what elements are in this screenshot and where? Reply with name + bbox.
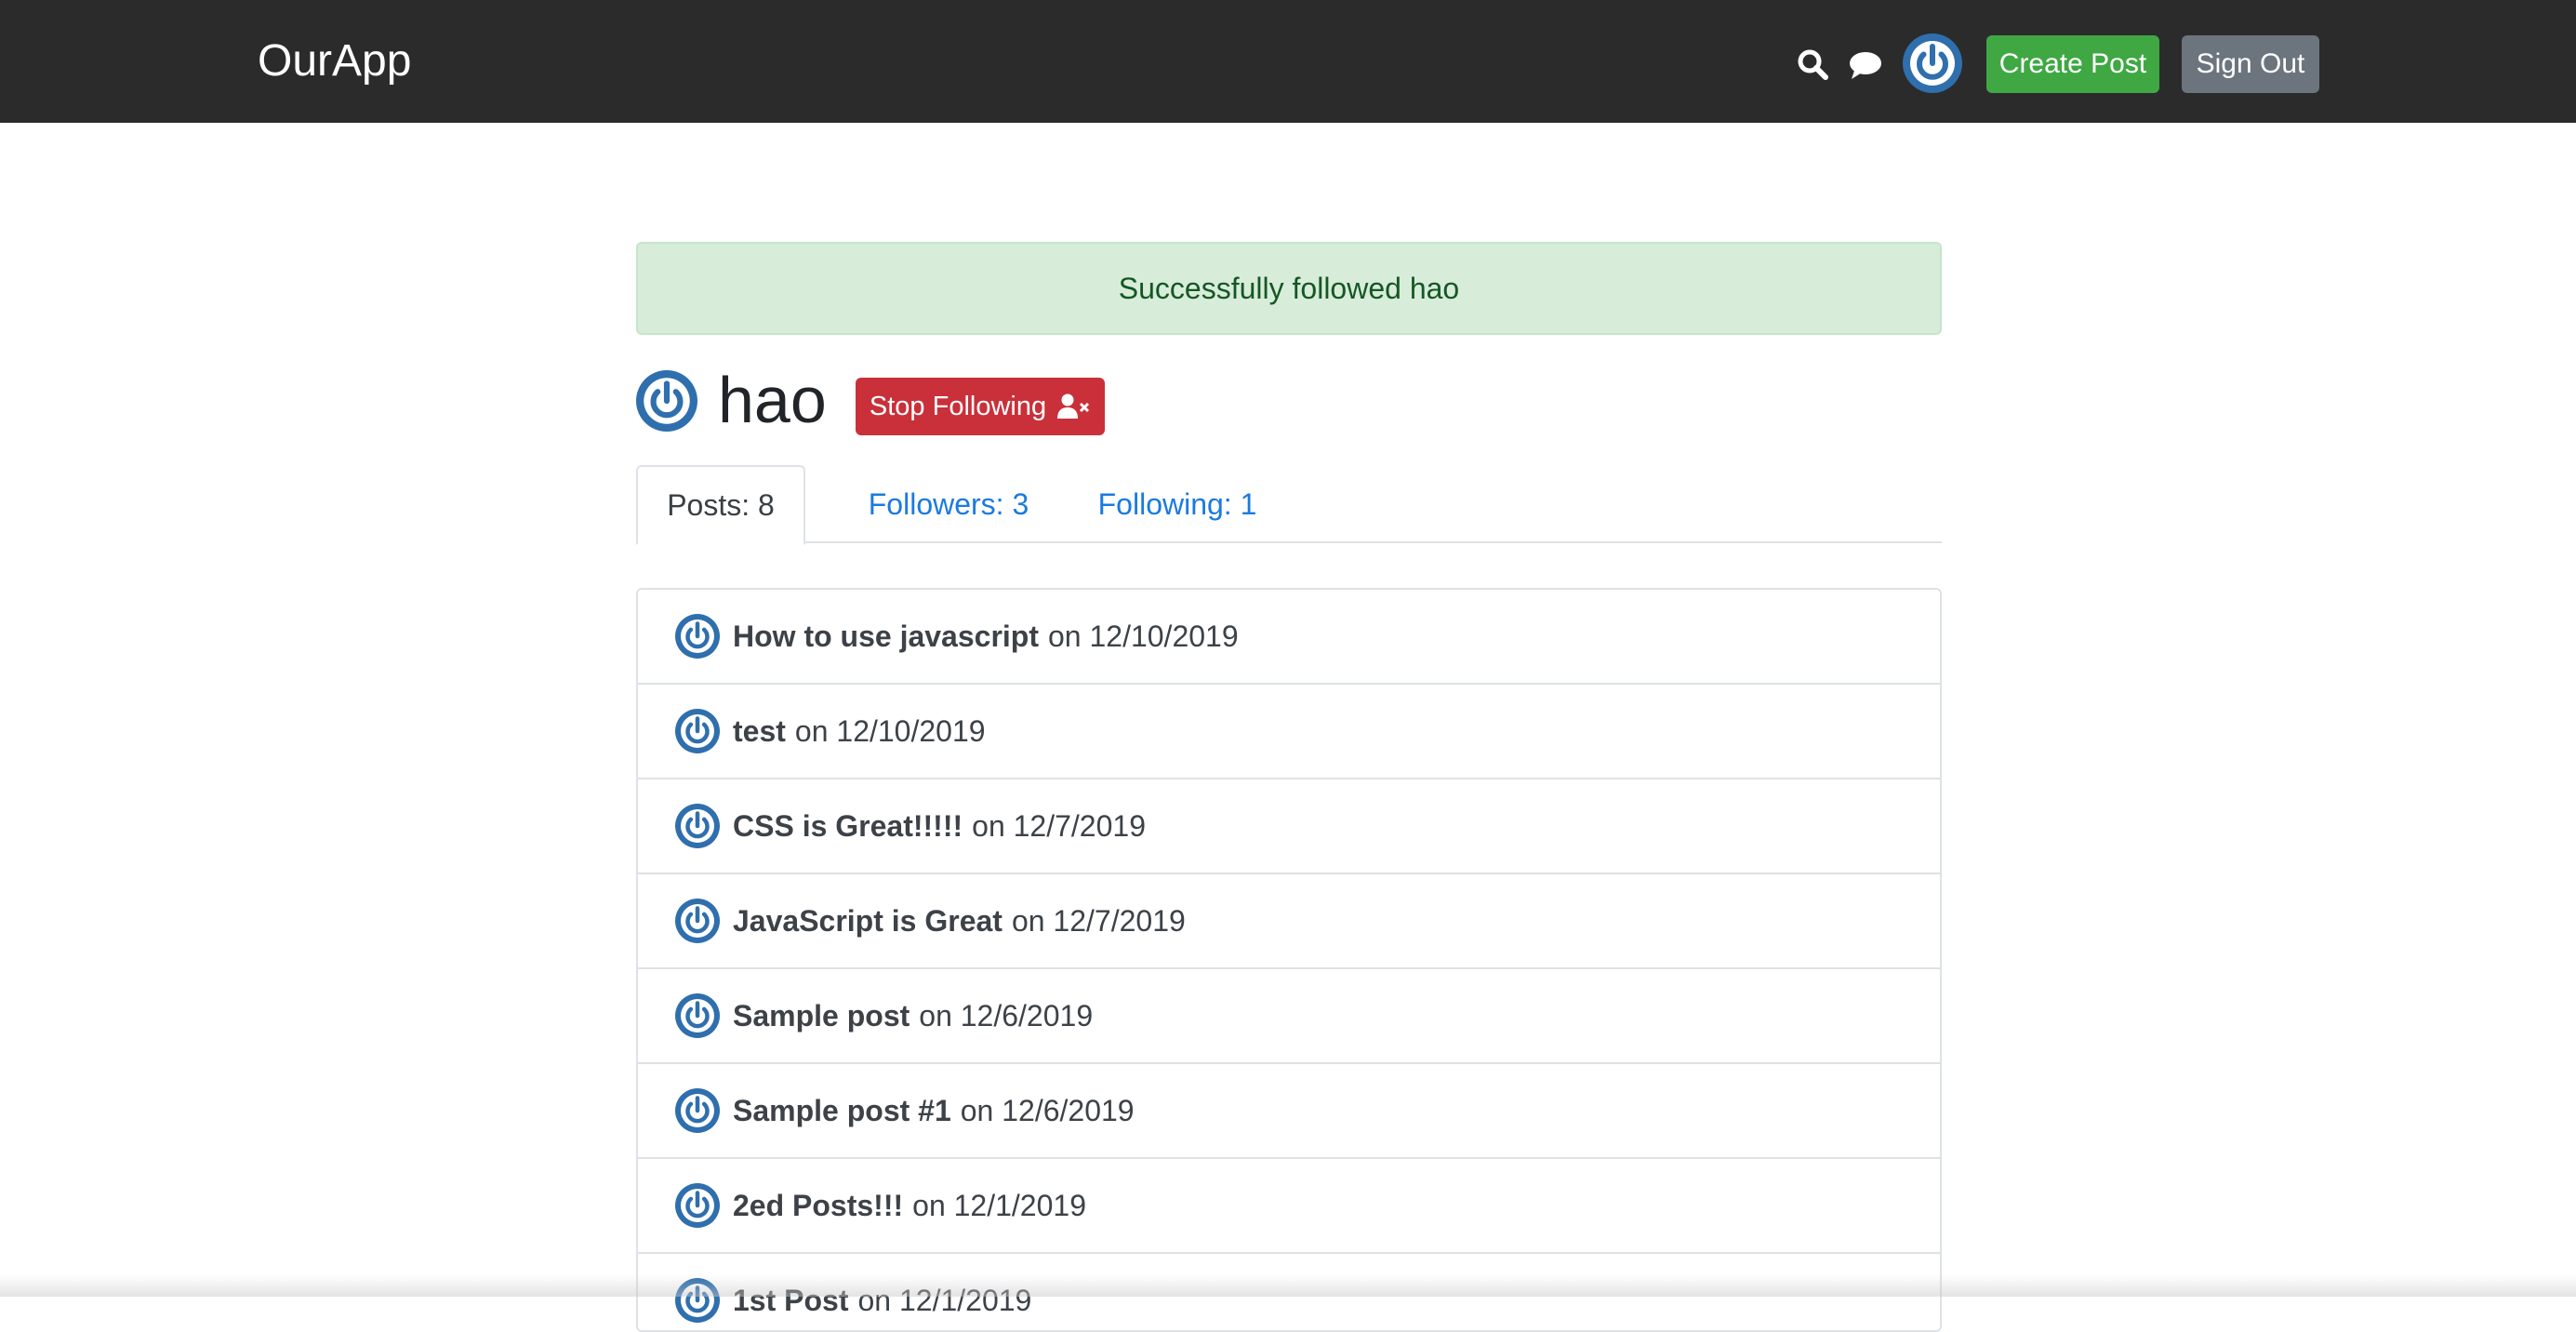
post-list-item[interactable]: How to use javascript on 12/10/2019: [638, 590, 1940, 685]
post-date: on 12/6/2019: [919, 998, 1094, 1032]
tab-followers[interactable]: Followers: 3: [837, 465, 1060, 543]
post-list-item[interactable]: JavaScript is Great on 12/7/2019: [638, 874, 1940, 969]
tab-following[interactable]: Following: 1: [1066, 465, 1289, 543]
bottom-fade: [0, 1274, 2576, 1297]
post-date: on 12/10/2019: [794, 713, 986, 748]
sign-out-button[interactable]: Sign Out: [2182, 35, 2319, 93]
post-date: on 12/7/2019: [972, 808, 1146, 843]
avatar-icon: [675, 804, 720, 848]
profile-username: hao: [718, 364, 827, 436]
create-post-button[interactable]: Create Post: [1986, 35, 2159, 93]
posts-list: How to use javascript on 12/10/2019 test…: [636, 588, 1942, 1332]
post-list-item[interactable]: CSS is Great!!!!! on 12/7/2019: [638, 779, 1940, 874]
stop-following-label: Stop Following: [869, 391, 1047, 421]
post-title: test: [733, 713, 786, 748]
chat-icon[interactable]: [1849, 50, 1882, 80]
post-title: CSS is Great!!!!!: [733, 808, 963, 843]
stop-following-button[interactable]: Stop Following: [856, 378, 1105, 435]
post-date: on 12/6/2019: [960, 1093, 1135, 1127]
brand-logo-link[interactable]: OurApp: [258, 32, 411, 91]
tab-posts[interactable]: Posts: 8: [636, 465, 805, 545]
post-title: 2ed Posts!!!: [733, 1188, 904, 1222]
profile-avatar: [636, 370, 697, 432]
post-title: Sample post: [733, 998, 910, 1032]
top-navbar: OurApp Create Post Sign Out: [0, 0, 2576, 123]
avatar[interactable]: [1903, 33, 1962, 93]
alert-message: Successfully followed hao: [1118, 271, 1460, 305]
post-list-item[interactable]: Sample post on 12/6/2019: [638, 969, 1940, 1064]
post-title: Sample post #1: [733, 1093, 951, 1127]
post-list-item[interactable]: Sample post #1 on 12/6/2019: [638, 1064, 1940, 1159]
post-title: JavaScript is Great: [733, 903, 1003, 938]
avatar-icon: [675, 709, 720, 753]
post-date: on 12/7/2019: [1011, 903, 1186, 938]
success-alert: Successfully followed hao: [636, 242, 1942, 335]
avatar-icon: [675, 614, 720, 659]
user-times-icon: [1057, 393, 1090, 419]
search-icon[interactable]: [1797, 48, 1828, 80]
avatar-icon: [675, 1183, 720, 1228]
post-list-item[interactable]: 2ed Posts!!! on 12/1/2019: [638, 1159, 1940, 1254]
avatar-icon: [675, 993, 720, 1038]
avatar-icon: [675, 1088, 720, 1133]
profile-tabs: Posts: 8 Followers: 3 Following: 1: [636, 465, 1942, 545]
post-date: on 12/10/2019: [1047, 619, 1239, 653]
avatar-icon: [675, 899, 720, 943]
post-title: How to use javascript: [733, 619, 1039, 653]
post-date: on 12/1/2019: [912, 1188, 1086, 1222]
post-list-item[interactable]: test on 12/10/2019: [638, 685, 1940, 779]
